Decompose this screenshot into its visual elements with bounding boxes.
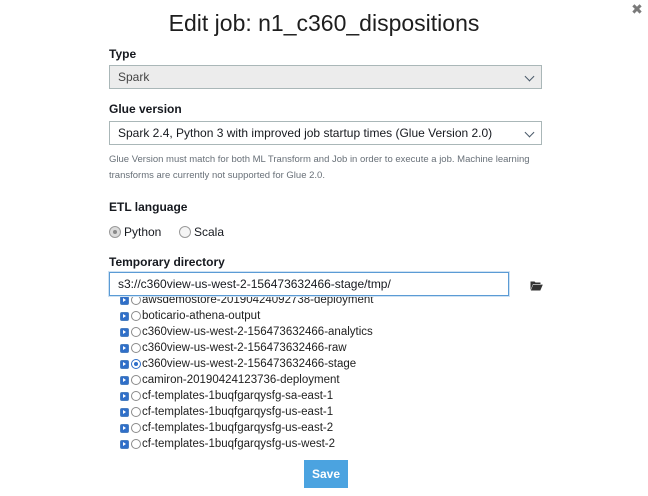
close-icon[interactable]: ✖	[630, 2, 644, 16]
tree-radio-icon[interactable]	[131, 391, 141, 401]
expand-icon[interactable]	[120, 311, 129, 321]
expand-icon[interactable]	[120, 327, 129, 337]
tree-item[interactable]: awsdemostore-20190424092738-deployment	[120, 297, 373, 308]
tree-item[interactable]: cf-templates-1buqfgarqysfg-sa-east-1	[120, 388, 373, 404]
radio-python-label: Python	[124, 224, 162, 239]
tree-item-label: boticario-athena-output	[142, 310, 261, 322]
tree-item[interactable]: camiron-20190424123736-deployment	[120, 372, 373, 388]
type-select-value: Spark	[118, 70, 150, 84]
folder-open-icon[interactable]	[530, 280, 543, 291]
expand-icon[interactable]	[120, 359, 129, 369]
expand-icon[interactable]	[120, 297, 129, 305]
tree-item-label: camiron-20190424123736-deployment	[142, 374, 340, 386]
save-button[interactable]: Save	[304, 460, 348, 488]
expand-icon[interactable]	[120, 375, 129, 385]
expand-icon[interactable]	[120, 407, 129, 417]
chevron-down-icon	[524, 71, 535, 82]
tree-radio-icon[interactable]	[131, 297, 141, 305]
tree-item[interactable]: cf-templates-1buqfgarqysfg-us-west-2	[120, 436, 373, 450]
tree-item-label: cf-templates-1buqfgarqysfg-us-west-2	[142, 438, 336, 450]
s3-bucket-tree[interactable]: awsdemostore-20190424092738-deployment bo…	[120, 297, 450, 450]
glue-version-hint-line: transforms are currently not supported f…	[109, 169, 325, 181]
radio-scala-label: Scala	[194, 224, 225, 239]
expand-icon[interactable]	[120, 391, 129, 401]
tree-radio-icon[interactable]	[131, 343, 141, 353]
tree-item[interactable]: cf-templates-1buqfgarqysfg-us-east-1	[120, 404, 373, 420]
tree-list: awsdemostore-20190424092738-deployment bo…	[120, 297, 373, 450]
tree-item[interactable]: boticario-athena-output	[120, 308, 373, 324]
temp-dir-input[interactable]	[109, 272, 509, 296]
type-label: Type	[109, 47, 137, 61]
type-select[interactable]: Spark	[109, 65, 542, 89]
tree-item-label: cf-templates-1buqfgarqysfg-us-east-1	[142, 406, 334, 418]
tree-item-label: awsdemostore-20190424092738-deployment	[142, 297, 374, 306]
radio-button-icon[interactable]	[179, 225, 191, 238]
radio-python[interactable]: Python	[109, 224, 161, 239]
tree-item[interactable]: cf-templates-1buqfgarqysfg-us-east-2	[120, 420, 373, 436]
tree-item[interactable]: c360view-us-west-2-156473632466-raw	[120, 340, 373, 356]
tree-item-label: cf-templates-1buqfgarqysfg-us-east-2	[142, 422, 334, 434]
tree-item-label: cf-templates-1buqfgarqysfg-sa-east-1	[142, 390, 334, 402]
tree-radio-icon[interactable]	[131, 407, 141, 417]
tree-item[interactable]: c360view-us-west-2-156473632466-stage	[120, 356, 373, 372]
expand-icon[interactable]	[120, 343, 129, 353]
tree-item-label: c360view-us-west-2-156473632466-stage	[142, 358, 357, 370]
tree-radio-icon[interactable]	[131, 311, 141, 321]
temp-dir-label: Temporary directory	[109, 255, 225, 269]
glue-version-select[interactable]: Spark 2.4, Python 3 with improved job st…	[109, 121, 542, 145]
glue-version-hint: Glue Version must match for both ML Tran…	[109, 152, 549, 183]
radio-scala[interactable]: Scala	[179, 224, 224, 239]
tree-radio-icon[interactable]	[131, 439, 141, 449]
tree-item-label: c360view-us-west-2-156473632466-raw	[142, 342, 347, 354]
chevron-down-icon	[524, 127, 535, 138]
tree-radio-icon[interactable]	[131, 327, 141, 337]
etl-language-label: ETL language	[109, 200, 188, 214]
dialog-title: Edit job: n1_c360_dispositions	[168, 10, 480, 36]
expand-icon[interactable]	[120, 439, 129, 449]
tree-radio-icon[interactable]	[131, 359, 141, 369]
tree-radio-icon[interactable]	[131, 375, 141, 385]
glue-version-label: Glue version	[109, 102, 182, 116]
expand-icon[interactable]	[120, 423, 129, 433]
tree-radio-icon[interactable]	[131, 423, 141, 433]
glue-version-value: Spark 2.4, Python 3 with improved job st…	[118, 126, 493, 140]
tree-item-label: c360view-us-west-2-156473632466-analytic…	[142, 326, 373, 338]
radio-button-icon[interactable]	[109, 225, 121, 238]
tree-item[interactable]: c360view-us-west-2-156473632466-analytic…	[120, 324, 373, 340]
glue-version-hint-line: Glue Version must match for both ML Tran…	[109, 154, 530, 165]
